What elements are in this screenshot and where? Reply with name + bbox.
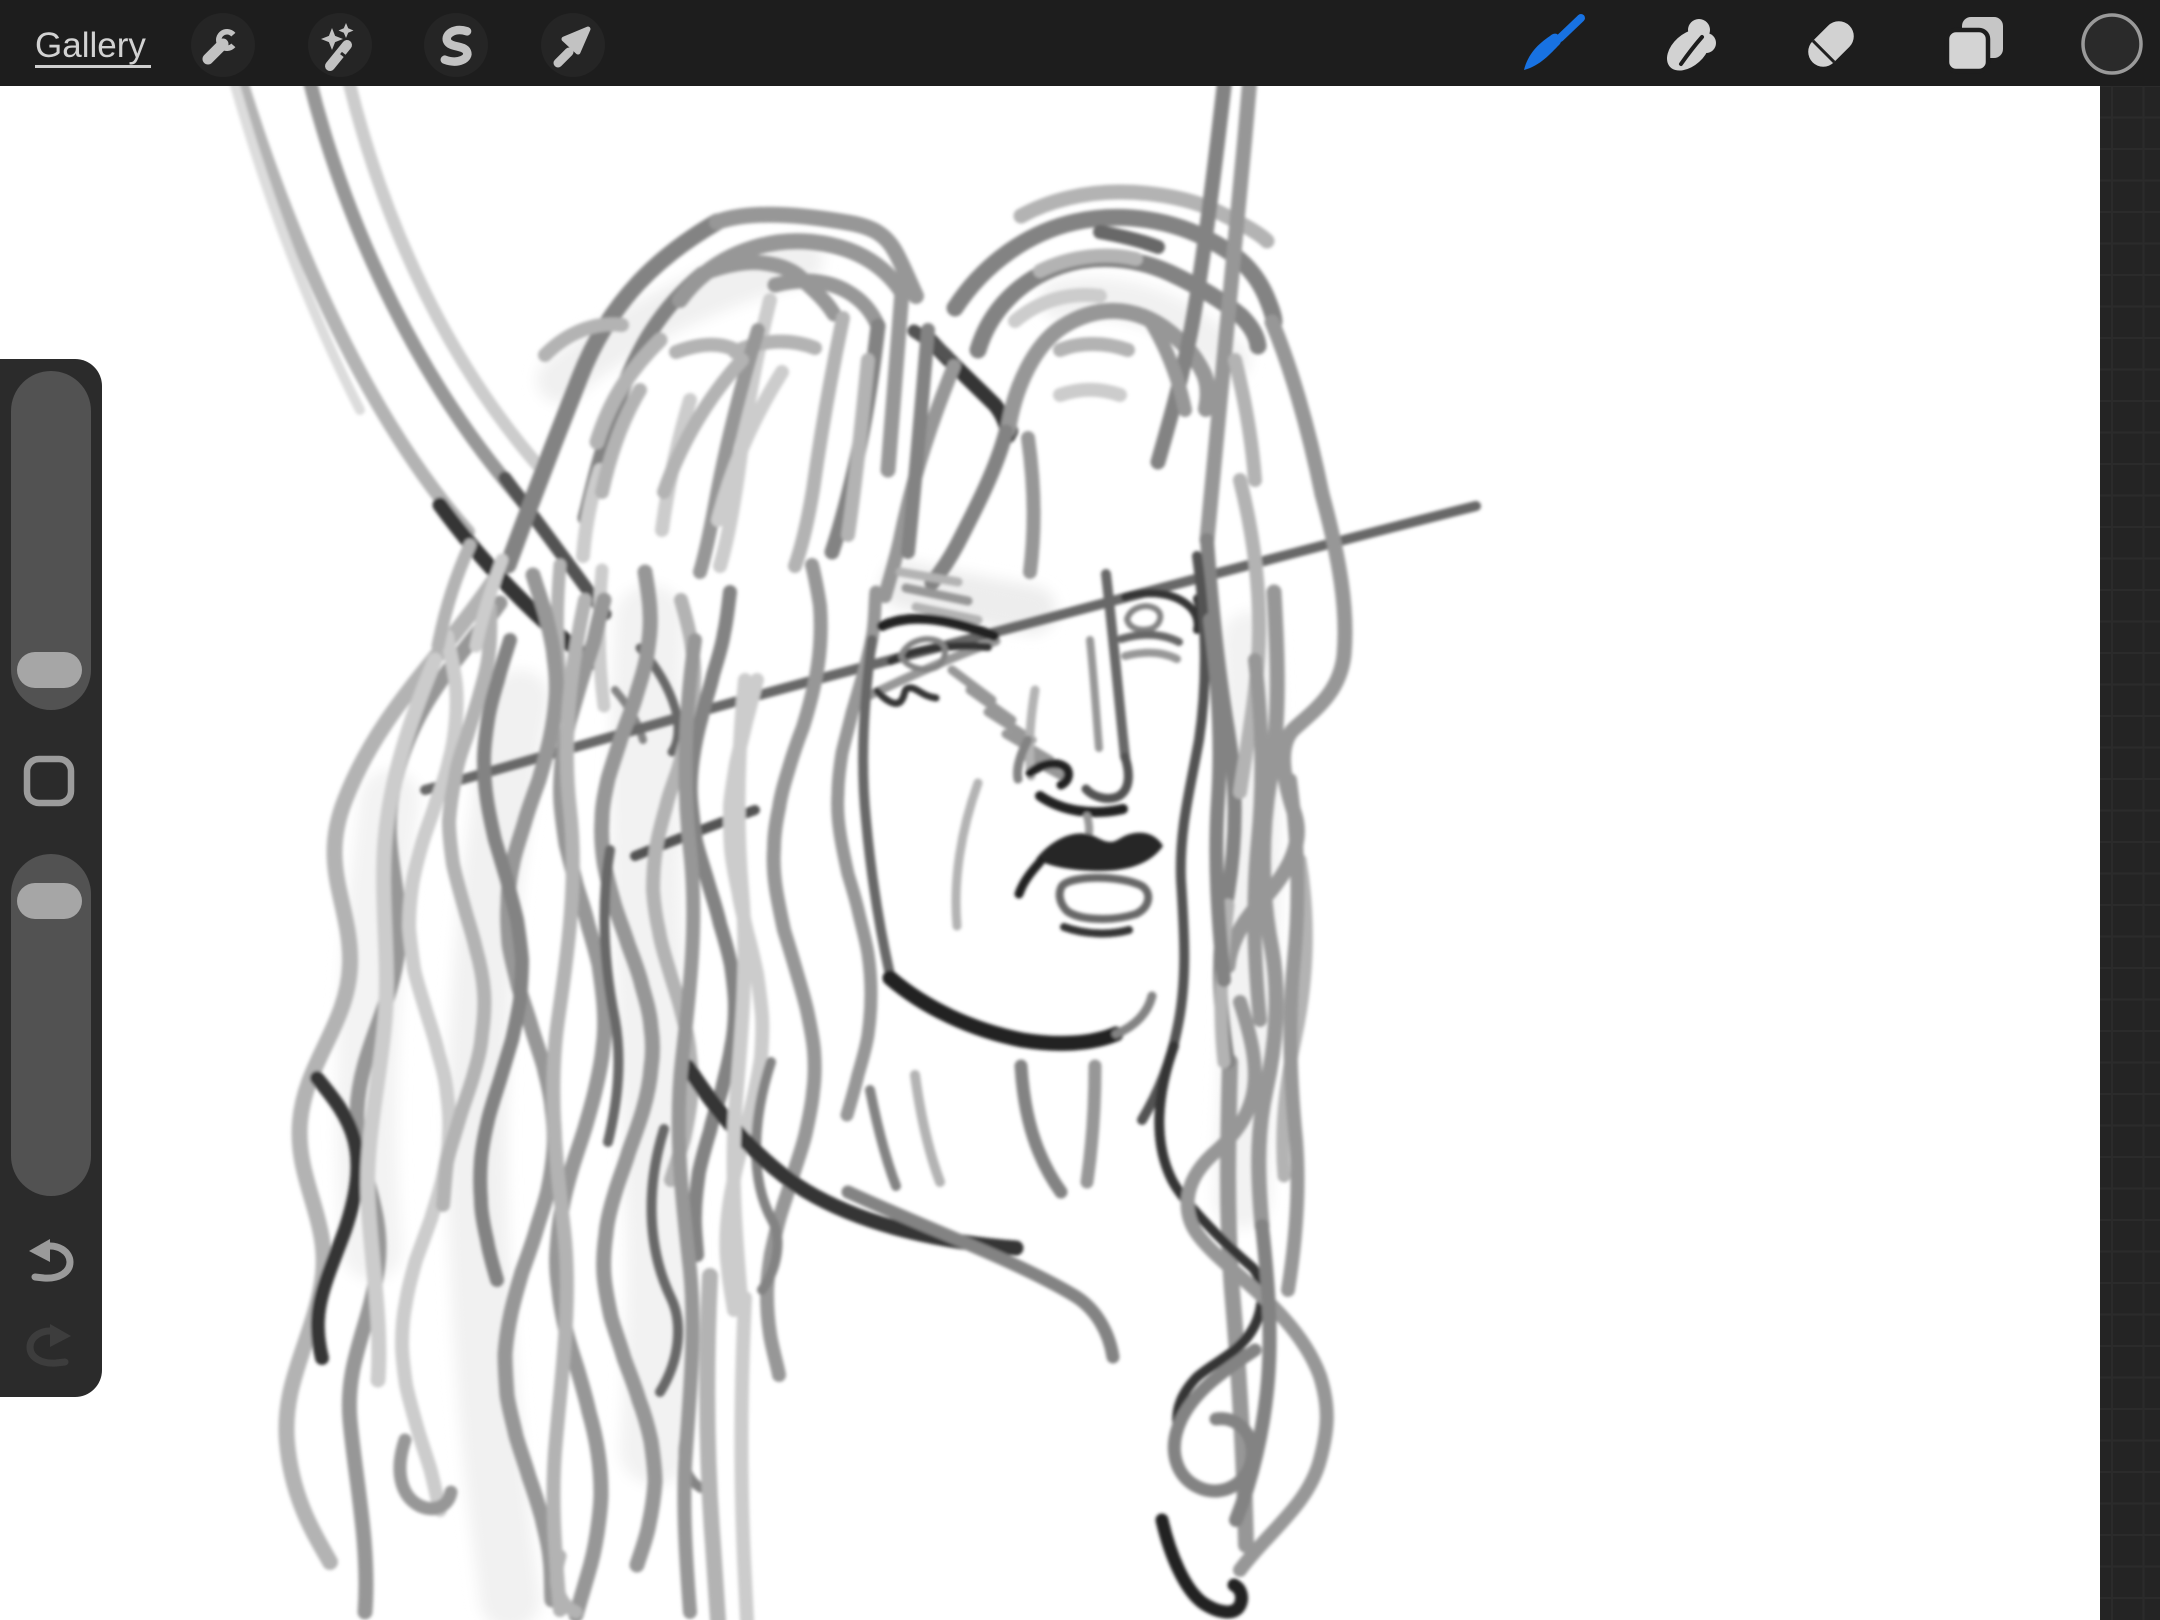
svg-text:Gallery: Gallery — [35, 26, 146, 65]
